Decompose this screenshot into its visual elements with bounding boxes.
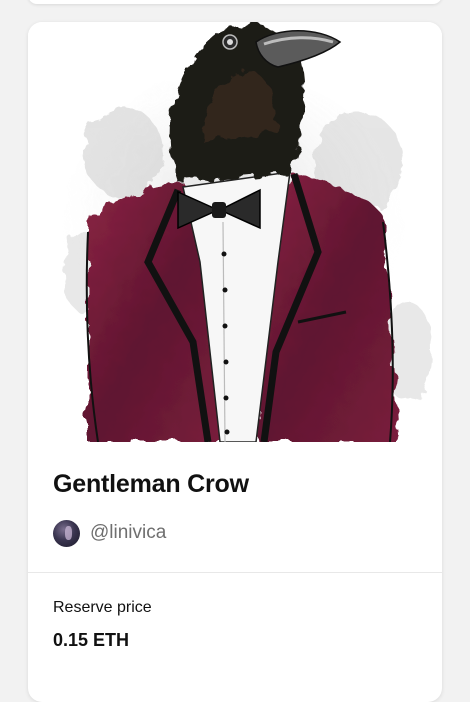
nft-title: Gentleman Crow xyxy=(53,470,249,498)
creator-avatar xyxy=(53,519,80,547)
previous-card xyxy=(28,0,442,4)
divider xyxy=(28,572,442,573)
reserve-price-value: 0.15 ETH xyxy=(53,630,130,650)
reserve-price-label: Reserve price xyxy=(53,599,152,616)
nft-card[interactable]: Gentleman Crow @linivica Reserve price 0… xyxy=(28,22,442,702)
creator-handle: @linivica xyxy=(90,522,167,543)
nft-artwork-image[interactable] xyxy=(28,22,442,442)
creator-link[interactable]: @linivica xyxy=(53,519,166,547)
